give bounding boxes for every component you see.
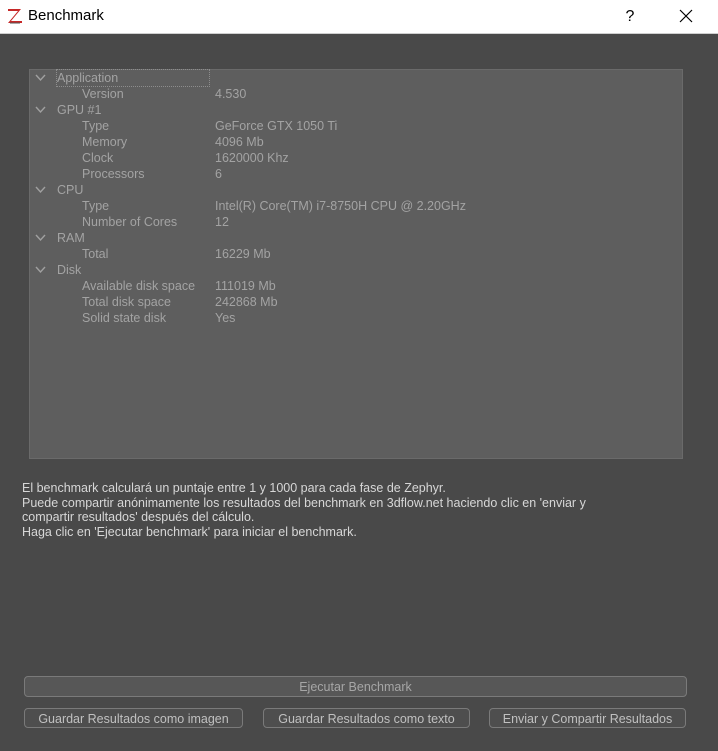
tree-item-key: Total xyxy=(82,247,109,261)
tree-item[interactable]: Type GeForce GTX 1050 Ti xyxy=(30,118,680,134)
tree-item-value: 6 xyxy=(215,167,222,181)
tree-item[interactable]: Processors 6 xyxy=(30,166,680,182)
save-as-text-button[interactable]: Guardar Resultados como texto xyxy=(263,708,470,728)
tree-item[interactable]: Clock 1620000 Khz xyxy=(30,150,680,166)
system-info-tree[interactable]: Application Version 4.530 GPU #1 Type Ge… xyxy=(29,69,683,459)
tree-category-cpu[interactable]: CPU xyxy=(30,182,680,198)
tree-item[interactable]: Total 16229 Mb xyxy=(30,246,680,262)
tree-item-key: Version xyxy=(82,87,124,101)
chevron-down-icon[interactable] xyxy=(35,234,46,242)
tree-item-value: 111019 Mb xyxy=(215,279,276,293)
tree-item-key: Clock xyxy=(82,151,114,165)
tree-item-key: Processors xyxy=(82,167,145,181)
tree-item[interactable]: Total disk space 242868 Mb xyxy=(30,294,680,310)
tree-category-label: GPU #1 xyxy=(57,103,102,117)
tree-item-key: Type xyxy=(82,199,110,213)
window-title: Benchmark xyxy=(28,7,104,24)
tree-item-key: Memory xyxy=(82,135,128,149)
tree-item-value: 4.530 xyxy=(215,87,247,101)
tree-item-key: Number of Cores xyxy=(82,215,178,229)
chevron-down-icon[interactable] xyxy=(35,186,46,194)
tree-category-label: Application xyxy=(56,69,210,87)
title-bar: Benchmark ? xyxy=(0,0,718,34)
benchmark-description: El benchmark calculará un puntaje entre … xyxy=(22,481,586,539)
tree-item[interactable]: Memory 4096 Mb xyxy=(30,134,680,150)
tree-category-disk[interactable]: Disk xyxy=(30,262,680,278)
tree-item-value: 4096 Mb xyxy=(215,135,264,149)
tree-category-label: RAM xyxy=(57,231,85,245)
tree-item-value: Yes xyxy=(215,311,236,325)
tree-category-ram[interactable]: RAM xyxy=(30,230,680,246)
close-icon xyxy=(679,9,693,23)
close-button[interactable] xyxy=(665,0,709,33)
tree-category-gpu[interactable]: GPU #1 xyxy=(30,102,680,118)
description-line: El benchmark calculará un puntaje entre … xyxy=(22,481,446,495)
tree-item[interactable]: Solid state disk Yes xyxy=(30,310,680,326)
help-button[interactable]: ? xyxy=(613,0,647,33)
tree-item-key: Type xyxy=(82,119,110,133)
tree-item[interactable]: Type Intel(R) Core(TM) i7-8750H CPU @ 2.… xyxy=(30,198,680,214)
tree-item-value: GeForce GTX 1050 Ti xyxy=(215,119,338,133)
tree-category-application[interactable]: Application xyxy=(30,69,680,87)
tree-item[interactable]: Available disk space 111019 Mb xyxy=(30,278,680,294)
tree-item-value: 12 xyxy=(215,215,229,229)
tree-item-value: Intel(R) Core(TM) i7-8750H CPU @ 2.20GHz xyxy=(215,199,466,213)
description-line: Haga clic en 'Ejecutar benchmark' para i… xyxy=(22,524,357,539)
tree-item-value: 1620000 Khz xyxy=(215,151,289,165)
tree-item-value: 242868 Mb xyxy=(215,295,278,309)
tree-item-key: Available disk space xyxy=(82,279,196,293)
description-line: Puede compartir anónimamente los resulta… xyxy=(22,495,586,510)
tree-category-label: CPU xyxy=(57,183,84,197)
tree-item-value: 16229 Mb xyxy=(215,247,271,261)
tree-category-label: Disk xyxy=(57,263,82,277)
tree-item-key: Solid state disk xyxy=(82,311,167,325)
tree-item[interactable]: Number of Cores 12 xyxy=(30,214,680,230)
zephyr-logo-icon xyxy=(7,7,23,25)
save-as-image-button[interactable]: Guardar Resultados como imagen xyxy=(24,708,243,728)
send-share-results-button[interactable]: Enviar y Compartir Resultados xyxy=(489,708,686,728)
chevron-down-icon[interactable] xyxy=(35,106,46,114)
tree-item-key: Total disk space xyxy=(82,295,171,309)
chevron-down-icon[interactable] xyxy=(35,266,46,274)
dialog-body: Application Version 4.530 GPU #1 Type Ge… xyxy=(0,34,718,751)
run-benchmark-button[interactable]: Ejecutar Benchmark xyxy=(24,676,687,697)
tree-item[interactable]: Version 4.530 xyxy=(30,86,680,102)
description-line: compartir resultados' después del cálcul… xyxy=(22,510,255,524)
chevron-down-icon[interactable] xyxy=(35,74,46,82)
